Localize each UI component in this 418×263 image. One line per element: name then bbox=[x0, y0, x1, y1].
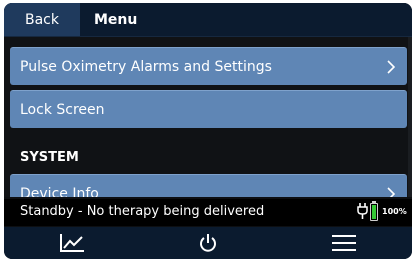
chevron-right-icon bbox=[387, 186, 395, 197]
plug-icon bbox=[357, 203, 368, 219]
trend-chart-icon bbox=[60, 234, 84, 252]
chevron-right-icon bbox=[387, 59, 395, 74]
hamburger-menu-icon bbox=[332, 235, 356, 251]
status-message: Standby - No therapy being delivered bbox=[20, 204, 265, 219]
menu-item-label: Lock Screen bbox=[20, 101, 105, 118]
back-button[interactable]: Back bbox=[4, 3, 81, 36]
device-screen: Back Menu Pulse Oximetry Alarms and Sett… bbox=[4, 3, 412, 259]
menu-item-pulse-oximetry[interactable]: Pulse Oximetry Alarms and Settings bbox=[10, 47, 407, 85]
power-icon bbox=[200, 234, 216, 252]
scrollbar[interactable] bbox=[408, 37, 412, 197]
menu-item-device-info[interactable]: Device Info bbox=[10, 174, 407, 197]
menu-list: Pulse Oximetry Alarms and Settings Lock … bbox=[4, 37, 412, 197]
battery-percent: 100% bbox=[382, 207, 407, 216]
menu-item-label: Device Info bbox=[20, 185, 99, 198]
power-button[interactable] bbox=[140, 227, 276, 259]
back-button-label: Back bbox=[25, 11, 59, 28]
menu-button[interactable] bbox=[276, 227, 412, 259]
battery-level-fill bbox=[372, 205, 376, 219]
battery-icon bbox=[370, 203, 378, 221]
trends-button[interactable] bbox=[4, 227, 140, 259]
page-title: Menu bbox=[94, 11, 138, 28]
section-header-system: SYSTEM bbox=[20, 150, 79, 165]
menu-item-label: Pulse Oximetry Alarms and Settings bbox=[20, 58, 272, 75]
status-bar: Standby - No therapy being delivered 100… bbox=[4, 199, 412, 226]
bottom-nav bbox=[4, 227, 412, 259]
menu-item-lock-screen[interactable]: Lock Screen bbox=[10, 90, 407, 128]
header-bar: Back Menu bbox=[4, 3, 412, 37]
